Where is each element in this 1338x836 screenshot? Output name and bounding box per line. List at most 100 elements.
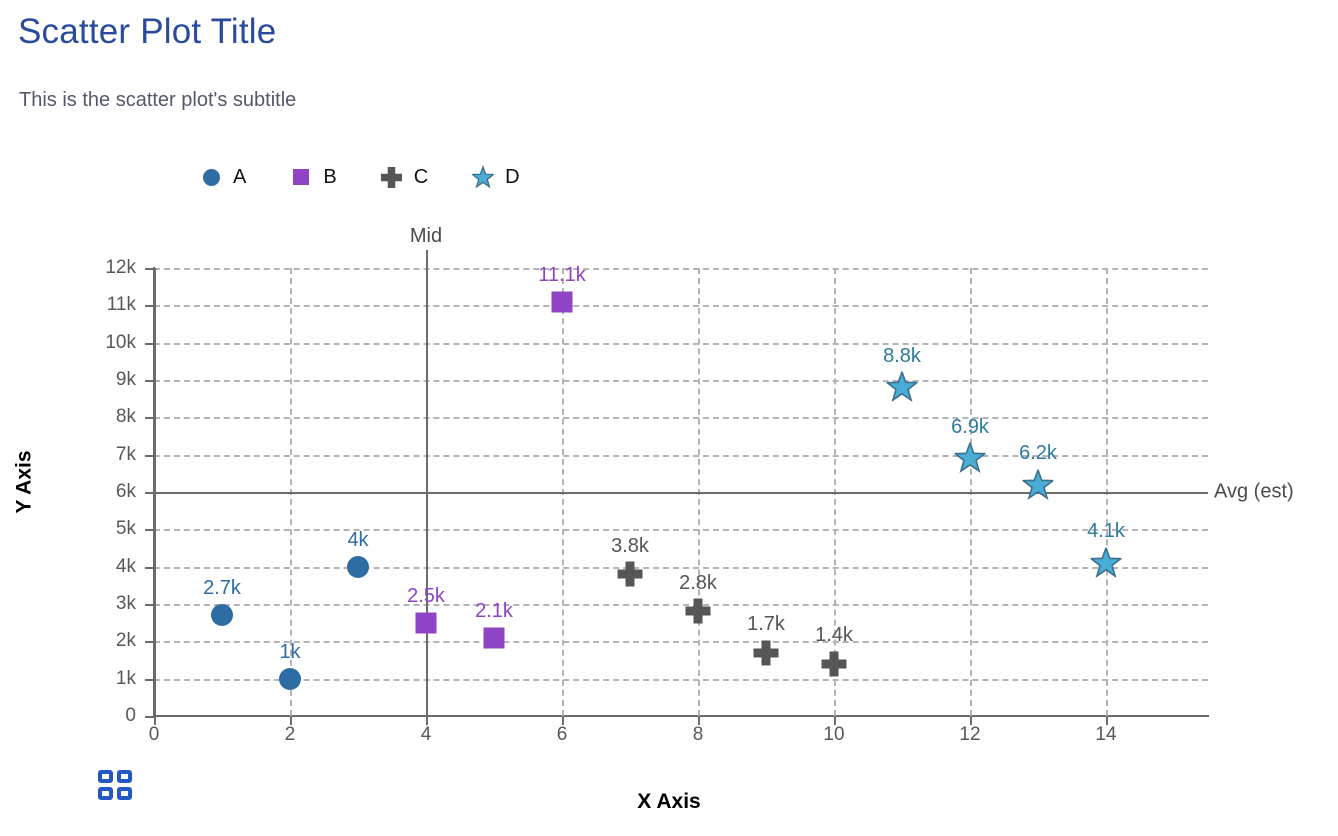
y-gridline (154, 529, 1208, 531)
data-label-a-2: 1k (279, 641, 300, 664)
legend-label-b: B (323, 167, 336, 187)
grid-cell (98, 787, 113, 800)
cross-marker (618, 562, 643, 587)
y-axis-tick (145, 604, 154, 606)
grid-cell (117, 770, 132, 783)
y-gridline (154, 268, 1208, 270)
data-label-d-4: 4.1k (1087, 520, 1125, 543)
y-gridline (154, 567, 1208, 569)
legend-item-b[interactable]: B (290, 166, 336, 188)
data-point-c-1[interactable] (618, 562, 643, 587)
square-marker (552, 291, 573, 312)
x-tick-label: 4 (421, 724, 432, 746)
y-gridline (154, 679, 1208, 681)
legend-item-a[interactable]: A (200, 166, 246, 188)
data-label-a-3: 4k (347, 529, 368, 552)
page-title: Scatter Plot Title (18, 12, 276, 52)
y-axis-tick (145, 679, 154, 681)
y-tick-label: 9k (66, 369, 136, 391)
legend-item-c[interactable]: C (381, 166, 428, 188)
data-label-b-2: 2.1k (475, 600, 513, 623)
data-point-a-2[interactable] (279, 668, 301, 690)
y-tick-label: 2k (66, 630, 136, 652)
data-point-a-1[interactable] (211, 604, 233, 626)
circle-marker (347, 556, 369, 578)
data-point-c-4[interactable] (822, 651, 847, 676)
y-gridline (154, 343, 1208, 345)
legend-circle-icon (200, 166, 222, 188)
circle-marker (279, 668, 301, 690)
grid-cell (117, 787, 132, 800)
data-point-b-3[interactable] (552, 291, 573, 312)
data-point-d-4[interactable] (1091, 547, 1122, 578)
data-label-b-3: 11.1k (538, 264, 585, 287)
x-tick-label: 12 (959, 724, 980, 746)
y-axis-tick (145, 268, 154, 270)
legend-label-d: D (505, 167, 519, 187)
y-axis-tick (145, 716, 154, 718)
data-label-c-2: 2.8k (679, 572, 717, 595)
page-subtitle: This is the scatter plot's subtitle (19, 89, 296, 112)
x-tick-label: 10 (823, 724, 844, 746)
y-gridline (154, 380, 1208, 382)
x-axis-spine (153, 715, 1209, 717)
reference-label-avg: Avg (est) (1214, 481, 1294, 504)
y-axis-tick (145, 417, 154, 419)
y-gridline (154, 305, 1208, 307)
grid-2x2-icon[interactable] (98, 770, 132, 800)
y-tick-label: 0 (66, 705, 136, 727)
x-axis-title: X Axis (0, 790, 1338, 814)
scatter-plot-page: Scatter Plot Title This is the scatter p… (0, 0, 1338, 836)
data-point-a-3[interactable] (347, 556, 369, 578)
y-gridline (154, 641, 1208, 643)
data-label-a-1: 2.7k (203, 577, 241, 600)
data-point-c-2[interactable] (686, 599, 711, 624)
data-point-b-2[interactable] (484, 627, 505, 648)
y-axis-tick (145, 380, 154, 382)
cross-marker (754, 640, 779, 665)
y-tick-label: 5k (66, 518, 136, 540)
y-tick-label: 1k (66, 668, 136, 690)
data-point-d-3[interactable] (1023, 469, 1054, 500)
square-marker (484, 627, 505, 648)
star-marker (1023, 469, 1054, 500)
x-tick-label: 0 (149, 724, 160, 746)
data-point-c-3[interactable] (754, 640, 779, 665)
data-label-b-1: 2.5k (407, 585, 445, 608)
y-tick-label: 12k (66, 257, 136, 279)
legend-square-icon (290, 166, 312, 188)
data-point-d-2[interactable] (955, 443, 986, 474)
grid-cell (98, 770, 113, 783)
cross-marker (822, 651, 847, 676)
y-tick-label: 7k (66, 444, 136, 466)
x-tick-label: 8 (693, 724, 704, 746)
chart-legend: A B C D (200, 166, 520, 188)
y-tick-label: 4k (66, 556, 136, 578)
y-tick-label: 10k (66, 332, 136, 354)
y-gridline (154, 417, 1208, 419)
reference-line-vertical (426, 250, 428, 716)
legend-cross-icon (381, 166, 403, 188)
data-label-c-4: 1.4k (815, 624, 853, 647)
plot-area: 01k2k3k4k5k6k7k8k9k10k11k12k02468101214A… (154, 268, 1208, 716)
x-tick-label: 14 (1095, 724, 1116, 746)
star-marker (887, 372, 918, 403)
reference-label-mid: Mid (410, 225, 442, 248)
legend-item-d[interactable]: D (472, 166, 519, 188)
y-axis-tick (145, 343, 154, 345)
y-axis-tick (145, 492, 154, 494)
legend-label-a: A (233, 167, 246, 187)
data-point-d-1[interactable] (887, 372, 918, 403)
data-point-b-1[interactable] (416, 612, 437, 633)
y-axis-tick (145, 529, 154, 531)
y-axis-tick (145, 455, 154, 457)
data-label-d-1: 8.8k (883, 345, 921, 368)
square-marker (416, 612, 437, 633)
y-axis-title: Y Axis (13, 450, 37, 513)
y-gridline (154, 604, 1208, 606)
y-tick-label: 3k (66, 593, 136, 615)
star-marker (1091, 547, 1122, 578)
legend-star-icon (472, 166, 494, 188)
y-axis-tick (145, 641, 154, 643)
y-tick-label: 8k (66, 406, 136, 428)
